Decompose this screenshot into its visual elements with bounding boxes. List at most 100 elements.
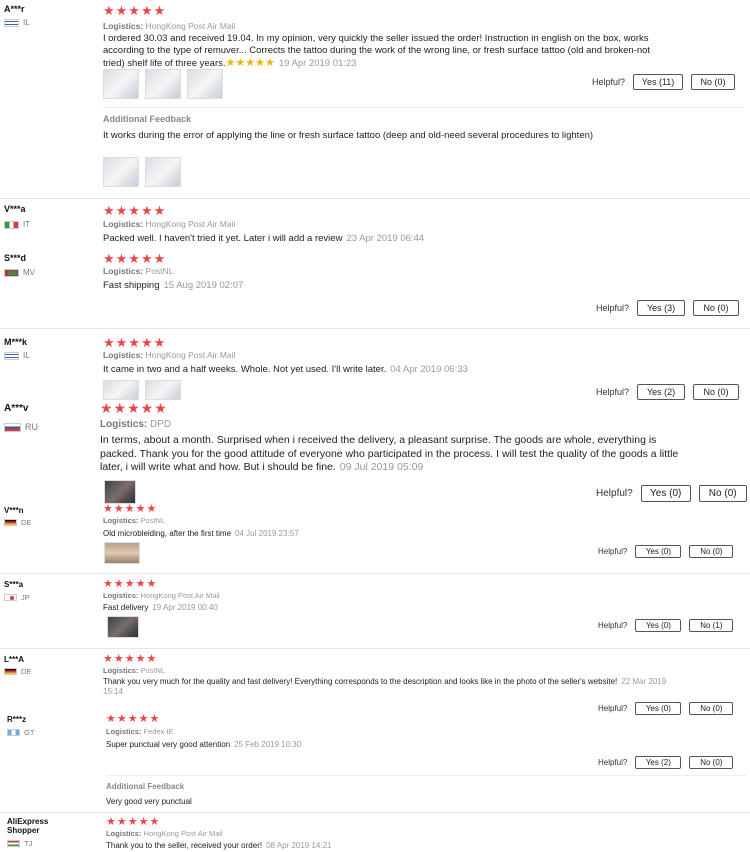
additional-feedback-label: Additional Feedback — [103, 114, 192, 124]
review-photo[interactable] — [145, 157, 181, 187]
review-text: Fast shipping 15 Aug 2019 02:07 — [103, 280, 244, 291]
review-photos — [103, 69, 223, 99]
inline-star-rating: ★★★★★ — [225, 57, 275, 69]
star-rating: ★★★★★ — [103, 503, 158, 515]
helpful-label: Helpful? — [598, 621, 628, 630]
helpful-yes-button[interactable]: Yes (0) — [640, 485, 691, 502]
reviewer-name: A***r — [4, 4, 25, 14]
flag-icon — [4, 422, 21, 432]
helpful-label: Helpful? — [598, 704, 628, 713]
helpful-widget: Helpful? Yes (0) No (0) — [598, 702, 734, 715]
reviewer-country: IT — [4, 220, 30, 229]
review-photos — [104, 542, 140, 564]
helpful-yes-button[interactable]: Yes (0) — [635, 619, 682, 632]
review-date: 04 Jul 2019 23:57 — [235, 529, 299, 538]
helpful-label: Helpful? — [598, 547, 628, 556]
review-date: 04 Apr 2019 06:33 — [390, 364, 468, 375]
flag-icon — [4, 519, 17, 526]
helpful-yes-button[interactable]: Yes (3) — [637, 300, 686, 316]
reviewer-name: AliExpress Shopper — [7, 817, 49, 835]
review-photo[interactable] — [187, 69, 223, 99]
flag-icon — [4, 594, 17, 601]
flag-icon — [4, 18, 19, 27]
additional-photos — [103, 157, 181, 187]
star-rating: ★★★★★ — [100, 400, 168, 416]
review-photo[interactable] — [145, 69, 181, 99]
review-photo[interactable] — [103, 380, 139, 400]
reviewer-country: IL — [4, 18, 30, 27]
review-photo[interactable] — [103, 157, 139, 187]
reviewer-name: M***k — [4, 337, 28, 347]
helpful-yes-button[interactable]: Yes (0) — [635, 702, 682, 715]
star-rating: ★★★★★ — [103, 653, 158, 665]
review-photo[interactable] — [107, 616, 139, 638]
review-text: Thank you very much for the quality and … — [103, 677, 667, 696]
logistics-info: Logistics: HongKong Post Air Mail — [103, 21, 236, 31]
helpful-label: Helpful? — [596, 488, 633, 499]
helpful-widget: Helpful? Yes (2) No (0) — [596, 384, 740, 400]
helpful-no-button[interactable]: No (0) — [689, 756, 734, 769]
review-photos — [103, 380, 181, 400]
review-text: Old microbleiding, after the first time 0… — [103, 529, 299, 538]
helpful-label: Helpful? — [592, 77, 626, 87]
helpful-yes-button[interactable]: Yes (2) — [637, 384, 686, 400]
review-date: 08 Apr 2019 14:21 — [266, 841, 332, 850]
review-photos — [104, 480, 136, 504]
helpful-widget: Helpful? Yes (0) No (1) — [598, 619, 734, 632]
logistics-info: Logistics: HongKong Post Air Mail — [106, 829, 223, 838]
review-photo[interactable] — [145, 380, 181, 400]
reviewer-country: JP — [4, 593, 30, 602]
helpful-no-button[interactable]: No (0) — [693, 384, 740, 400]
helpful-no-button[interactable]: No (0) — [691, 74, 736, 90]
reviewer-country: DE — [4, 518, 31, 527]
helpful-label: Helpful? — [596, 387, 630, 397]
reviewer-name: R***z — [7, 715, 27, 724]
reviewer-name: V***n — [4, 506, 24, 515]
helpful-no-button[interactable]: No (0) — [693, 300, 740, 316]
additional-feedback-label: Additional Feedback — [106, 782, 185, 791]
reviewer-country: RU — [4, 422, 38, 432]
star-rating: ★★★★★ — [106, 816, 161, 828]
reviewer-name: A***v — [4, 403, 29, 414]
logistics-info: Logistics: PostNL — [103, 266, 174, 276]
review-photo[interactable] — [104, 480, 136, 504]
review-date: 15 Aug 2019 02:07 — [163, 280, 244, 291]
reviewer-country: MV — [4, 268, 35, 277]
logistics-info: Logistics: HongKong Post Air Mail — [103, 219, 236, 229]
star-rating: ★★★★★ — [103, 3, 167, 18]
helpful-widget: Helpful? Yes (3) No (0) — [596, 300, 740, 316]
reviewer-name: S***d — [4, 253, 27, 263]
flag-icon — [4, 268, 19, 277]
review-text: Fast delivery 19 Apr 2019 00:40 — [103, 603, 218, 612]
logistics-info: Logistics: HongKong Post Air Mail — [103, 350, 236, 360]
review-date: 19 Apr 2019 00:40 — [152, 603, 218, 612]
reviewer-name: S***a — [4, 580, 24, 589]
reviewer-country: DE — [4, 667, 31, 676]
star-rating: ★★★★★ — [103, 335, 167, 350]
helpful-yes-button[interactable]: Yes (0) — [635, 545, 682, 558]
flag-icon — [4, 351, 19, 360]
helpful-no-button[interactable]: No (0) — [698, 485, 747, 502]
review-photo[interactable] — [103, 69, 139, 99]
star-rating: ★★★★★ — [103, 251, 167, 266]
logistics-info: Logistics: PostNL — [103, 516, 166, 525]
review-text: I ordered 30.03 and received 19.04. In m… — [103, 33, 651, 69]
review-photo[interactable] — [104, 542, 140, 564]
review-date: 23 Apr 2019 06:44 — [346, 233, 425, 244]
review-text: In terms, about a month. Surprised when … — [100, 434, 679, 473]
helpful-no-button[interactable]: No (1) — [689, 619, 734, 632]
helpful-widget: Helpful? Yes (0) No (0) — [596, 485, 747, 502]
helpful-label: Helpful? — [596, 303, 630, 313]
additional-feedback-text: It works during the error of applying th… — [103, 130, 594, 141]
helpful-yes-button[interactable]: Yes (11) — [633, 74, 684, 90]
logistics-info: Logistics: DPD — [100, 419, 172, 430]
helpful-yes-button[interactable]: Yes (2) — [635, 756, 682, 769]
logistics-info: Logistics: HongKong Post Air Mail — [103, 591, 220, 600]
helpful-widget: Helpful? Yes (11) No (0) — [592, 74, 736, 90]
reviewer-country: GT — [7, 728, 34, 737]
helpful-no-button[interactable]: No (0) — [689, 702, 734, 715]
logistics-info: Logistics: PostNL — [103, 666, 166, 675]
review-text: Super punctual very good attention 25 Feb… — [106, 740, 302, 749]
helpful-no-button[interactable]: No (0) — [689, 545, 734, 558]
review-date: 19 Apr 2019 01:23 — [278, 58, 357, 69]
